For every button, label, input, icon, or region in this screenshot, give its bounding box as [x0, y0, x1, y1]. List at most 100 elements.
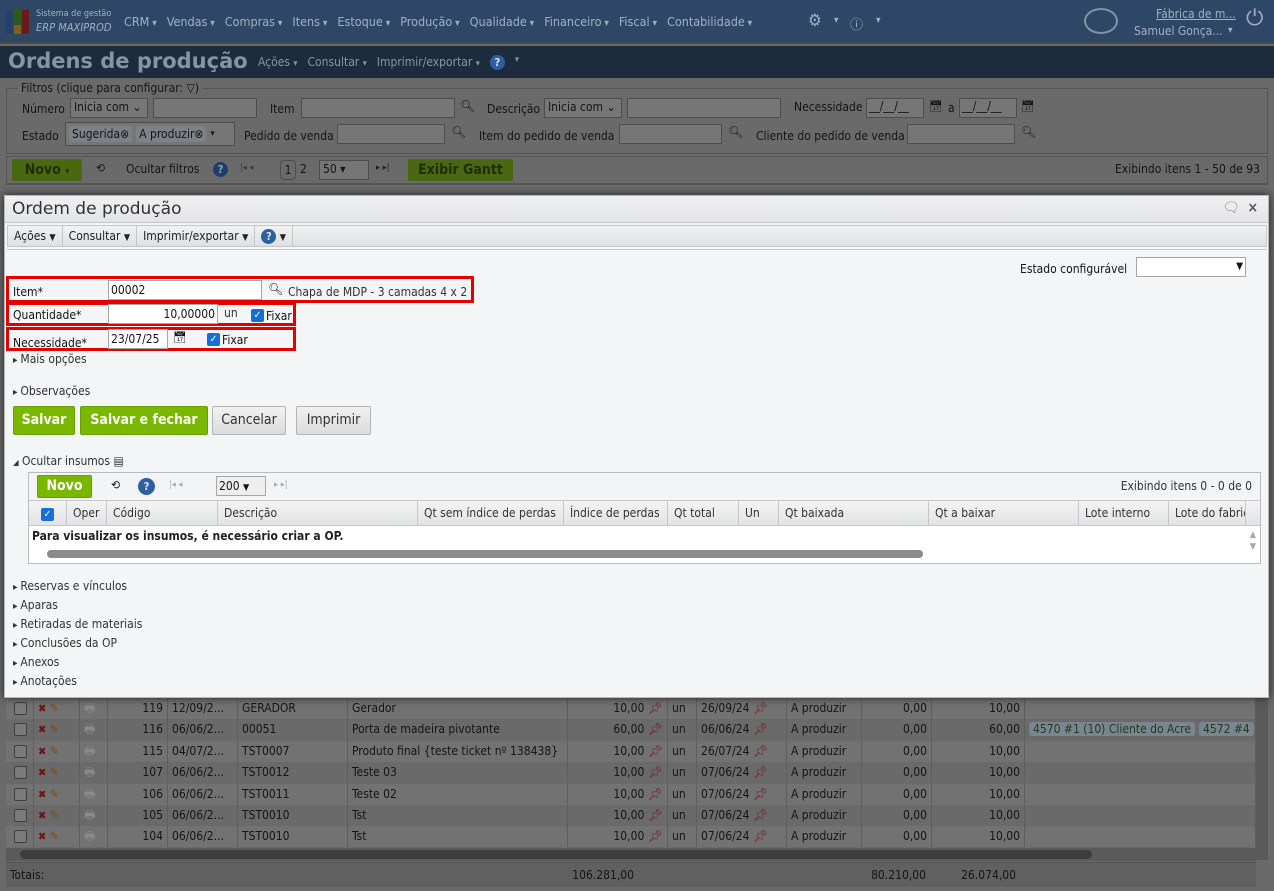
col-oper[interactable]: Oper [67, 501, 107, 525]
necessidade-from-input[interactable]: __/__/__ [866, 98, 924, 118]
next-page-icon[interactable]: ▸ ▸| [376, 163, 389, 173]
ocultar-insumos-toggle[interactable]: ◢ Ocultar insumos ▤ [13, 454, 124, 468]
section-aparas[interactable]: Aparas [13, 598, 58, 612]
observacoes-toggle[interactable]: Observações [13, 384, 90, 398]
col-codigo[interactable]: Código [107, 501, 218, 525]
calendar-icon[interactable]: 📅︎ [929, 100, 943, 113]
col-qt-total[interactable]: Qt total [668, 501, 739, 525]
menu-crm[interactable]: CRM [124, 14, 157, 29]
pin-icon[interactable]: 📌︎ [749, 765, 768, 779]
fixar-quantidade-checkbox[interactable]: ✓ [251, 309, 264, 322]
help-icon[interactable]: ? [261, 229, 277, 244]
menu-qualidade[interactable]: Qualidade [470, 14, 535, 29]
col-indice-perdas[interactable]: Índice de perdas [564, 501, 668, 525]
row-checkbox[interactable] [14, 744, 27, 758]
table-row[interactable]: ✖ ✎ 🖶 116 06/06/2... 00051 Porta de madeira p… [6, 719, 1256, 741]
company-link[interactable]: Fábrica de m... [1156, 7, 1236, 21]
select-all-checkbox[interactable]: ✓ [29, 501, 67, 525]
print-icon[interactable]: 🖶 [84, 808, 95, 822]
menu-financeiro[interactable]: Financeiro [544, 14, 609, 29]
section-anotacoes[interactable]: Anotações [13, 674, 76, 688]
pin-icon[interactable]: 📌︎ [644, 787, 663, 801]
section-conclusoes[interactable]: Conclusões da OP [13, 636, 117, 650]
refresh-icon[interactable]: ⟲ [96, 161, 105, 175]
insumos-novo-button[interactable]: Novo [37, 475, 92, 498]
cliente-input[interactable] [907, 124, 1015, 144]
print-icon[interactable]: 🖶 [84, 829, 95, 843]
delete-icon[interactable]: ✖ [38, 788, 46, 801]
menu-contabilidade[interactable]: Contabilidade [667, 14, 752, 29]
calendar-icon[interactable]: 📅︎ [1021, 100, 1035, 113]
delete-icon[interactable]: ✖ [38, 766, 46, 779]
quantidade-input[interactable]: 10,00000 [108, 304, 218, 324]
menu-vendas[interactable]: Vendas [167, 14, 215, 29]
item-pedido-input[interactable] [619, 124, 722, 144]
print-icon[interactable]: 🖶 [84, 744, 95, 758]
row-checkbox[interactable] [14, 723, 27, 737]
page-size-select[interactable]: 50 ▾ [319, 160, 369, 180]
numero-input[interactable] [153, 98, 257, 118]
necessidade-to-input[interactable]: __/__/__ [959, 98, 1017, 118]
help-menu-icon[interactable]: ⓘ [850, 14, 863, 33]
col-lote-interno[interactable]: Lote interno [1079, 501, 1169, 525]
pin-icon[interactable]: 📌︎ [749, 808, 768, 822]
delete-icon[interactable]: ✖ [38, 745, 46, 758]
section-anexos[interactable]: Anexos [13, 655, 59, 669]
dialog-menu-acoes[interactable]: Ações ▼ [8, 226, 63, 246]
novo-button[interactable]: Novo ▾ [12, 159, 82, 181]
row-checkbox[interactable] [14, 702, 27, 715]
row-checkbox[interactable] [14, 787, 27, 801]
pin-icon[interactable]: 📌︎ [749, 744, 768, 758]
help-dropdown-icon[interactable]: ▾ [876, 15, 881, 26]
user-dropdown-icon[interactable]: ▾ [1228, 25, 1233, 36]
help-icon[interactable]: ? [489, 55, 505, 70]
fixar-necessidade-checkbox[interactable]: ✓ [207, 333, 220, 346]
order-tag[interactable]: 4570 #1 (10) Cliente do Acre [1029, 722, 1195, 737]
delete-icon[interactable]: ✖ [38, 723, 46, 736]
edit-icon[interactable]: ✎ [50, 829, 59, 843]
help-icon[interactable]: ? [138, 478, 155, 495]
pin-icon[interactable]: 📌︎ [749, 829, 768, 843]
pin-icon[interactable]: 📌︎ [644, 722, 663, 736]
close-icon[interactable]: × [1247, 200, 1258, 216]
imprimir-button[interactable]: Imprimir [296, 406, 371, 435]
pin-icon[interactable]: 📌︎ [749, 701, 768, 715]
pedido-input[interactable] [337, 124, 445, 144]
print-icon[interactable]: 🖶 [84, 787, 95, 801]
row-checkbox[interactable] [14, 809, 27, 822]
filter-icon[interactable]: ▽ [187, 81, 195, 95]
calendar-icon[interactable]: 📅︎ [173, 331, 187, 344]
descricao-operator-select[interactable]: Inicia com ⌄ [544, 98, 622, 118]
horizontal-scrollbar[interactable] [6, 848, 1256, 861]
help-menu[interactable]: ? ▼ [255, 226, 293, 246]
ocultar-filtros-button[interactable]: Ocultar filtros [126, 162, 199, 176]
chevron-down-icon[interactable]: ▾ [210, 129, 214, 139]
pin-icon[interactable]: 📌︎ [644, 765, 663, 779]
estado-configuravel-select[interactable]: ▼ [1136, 257, 1246, 277]
page-menu-imprimir[interactable]: Imprimir/exportar ▾ [377, 55, 480, 70]
order-tag[interactable]: 4572 #4 [1198, 722, 1254, 737]
numero-operator-select[interactable]: Inicia com ⌄ [70, 98, 148, 118]
row-checkbox[interactable] [14, 830, 27, 844]
first-page-icon[interactable]: |◂ ◂ [169, 480, 182, 490]
edit-icon[interactable]: ✎ [50, 808, 59, 822]
col-qt-sem-indice[interactable]: Qt sem índice de perdas [418, 501, 564, 525]
chat-icon[interactable] [1084, 8, 1118, 34]
item-filter-input[interactable] [301, 98, 455, 118]
delete-icon[interactable]: ✖ [38, 830, 46, 843]
page-menu-consultar[interactable]: Consultar ▾ [308, 55, 367, 70]
section-retiradas[interactable]: Retiradas de materiais [13, 617, 142, 631]
pin-icon[interactable]: 📌︎ [749, 787, 768, 801]
search-icon[interactable]: 🔍︎ [451, 125, 466, 139]
edit-icon[interactable]: ✎ [50, 787, 59, 801]
refresh-icon[interactable]: ⟲ [111, 478, 120, 492]
cancelar-button[interactable]: Cancelar [212, 406, 286, 435]
insumos-hscrollbar[interactable] [33, 549, 1238, 559]
list-icon[interactable]: ▤ [113, 454, 123, 468]
edit-icon[interactable]: ✎ [50, 765, 59, 779]
dialog-menu-consultar[interactable]: Consultar ▼ [63, 226, 138, 246]
col-un[interactable]: Un [739, 501, 779, 525]
power-icon[interactable]: ⏻ [1246, 6, 1263, 31]
next-page-icon[interactable]: ▸ ▸| [274, 480, 287, 490]
pin-icon[interactable]: 📌︎ [749, 722, 768, 736]
